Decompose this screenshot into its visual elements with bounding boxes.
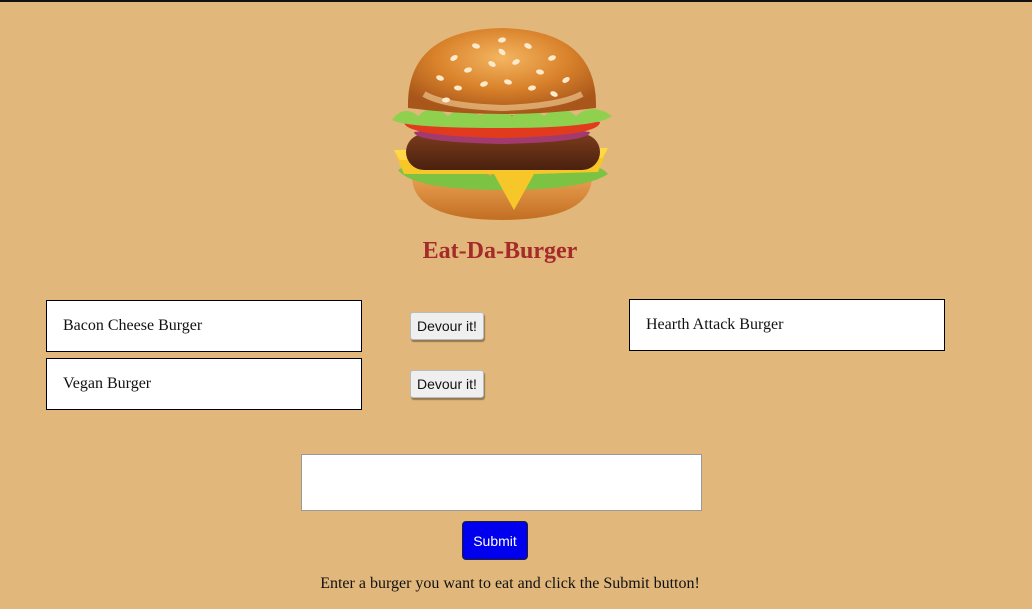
hamburger-logo-icon [384,24,620,224]
burger-item-vegan: Vegan Burger [46,358,362,410]
burger-item-bacon-cheese: Bacon Cheese Burger [46,300,362,352]
instructions-text: Enter a burger you want to eat and click… [320,575,700,592]
burger-name: Vegan Burger [63,375,152,392]
devour-button[interactable]: Devour it! [410,370,484,398]
devour-button[interactable]: Devour it! [410,312,484,340]
burger-name-input[interactable] [301,454,702,511]
page-title: Eat-Da-Burger [422,238,578,264]
burger-name: Bacon Cheese Burger [63,317,203,334]
submit-button[interactable]: Submit [462,521,528,560]
burger-name: Hearth Attack Burger [646,316,784,333]
devoured-burger-item: Hearth Attack Burger [629,299,945,351]
